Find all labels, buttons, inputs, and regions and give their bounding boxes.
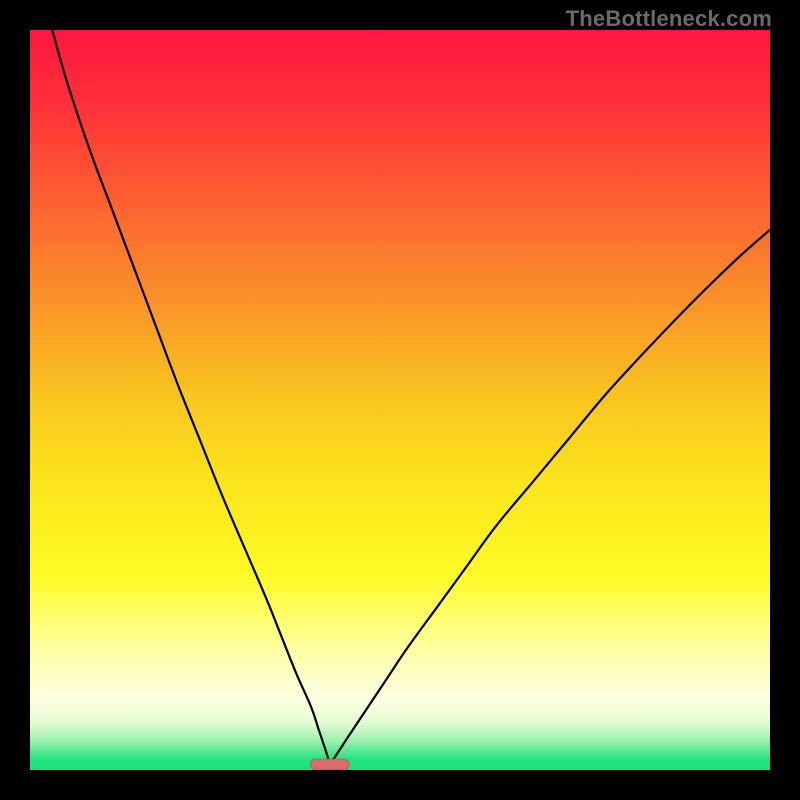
- plot-area: [30, 30, 770, 770]
- minimum-marker: [310, 759, 348, 769]
- chart-frame: TheBottleneck.com: [0, 0, 800, 800]
- curve-layer: [30, 30, 770, 770]
- bottleneck-curve: [52, 30, 770, 766]
- watermark-text: TheBottleneck.com: [566, 6, 772, 32]
